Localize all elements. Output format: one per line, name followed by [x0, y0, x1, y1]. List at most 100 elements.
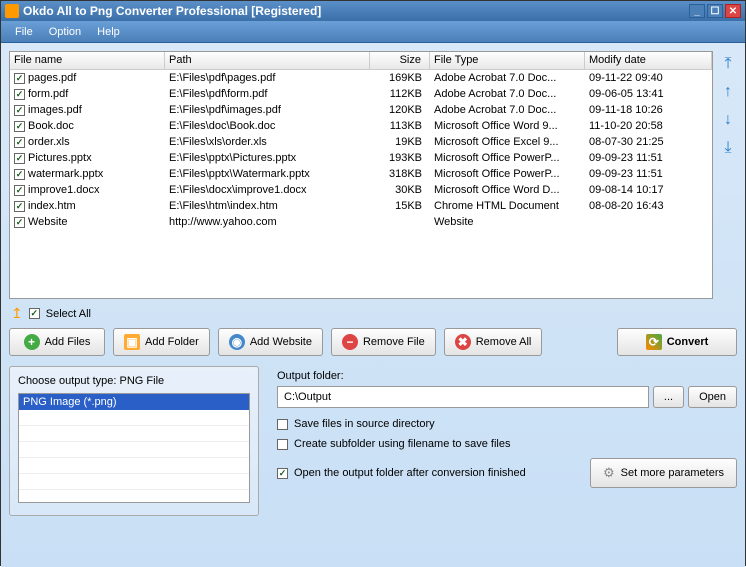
row-checkbox[interactable]: ✓ [14, 73, 25, 84]
table-row[interactable]: ✓images.pdf E:\Files\pdf\images.pdf120KBA… [10, 102, 712, 118]
file-path: E:\Files\pdf\images.pdf [165, 103, 370, 117]
folder-icon: ▣ [124, 334, 140, 350]
minus-icon: − [342, 334, 358, 350]
file-type: Microsoft Office Word D... [430, 183, 585, 197]
table-row[interactable]: ✓watermark.pptxE:\Files\pptx\Watermark.p… [10, 166, 712, 182]
col-header-size[interactable]: Size [370, 52, 430, 69]
type-option-png[interactable]: PNG Image (*.png) [19, 394, 249, 410]
menu-help[interactable]: Help [89, 23, 128, 41]
col-header-path[interactable]: Path [165, 52, 370, 69]
open-after-checkbox[interactable]: ✓ [277, 468, 288, 479]
file-path: E:\Files\docx\improve1.docx [165, 183, 370, 197]
file-date: 09-09-23 11:51 [585, 167, 712, 181]
table-row[interactable]: ✓order.xlsE:\Files\xls\order.xls19KBMicr… [10, 134, 712, 150]
file-date: 11-10-20 20:58 [585, 119, 712, 133]
output-type-list[interactable]: PNG Image (*.png) [18, 393, 250, 503]
reorder-buttons: ⤒ ↑ ↓ ⤓ [719, 51, 737, 299]
minimize-button[interactable]: _ [689, 4, 705, 18]
subfolder-checkbox[interactable] [277, 439, 288, 450]
maximize-button[interactable]: ☐ [707, 4, 723, 18]
col-header-type[interactable]: File Type [430, 52, 585, 69]
browse-button[interactable]: ... [653, 386, 684, 408]
file-list[interactable]: File name Path Size File Type Modify dat… [9, 51, 713, 299]
titlebar: Okdo All to Png Converter Professional [… [1, 1, 745, 21]
file-date: 08-07-30 21:25 [585, 135, 712, 149]
col-header-date[interactable]: Modify date [585, 52, 712, 69]
set-more-parameters-button[interactable]: ⚙Set more parameters [590, 458, 737, 488]
file-path: E:\Files\pptx\Watermark.pptx [165, 167, 370, 181]
file-type: Website [430, 215, 585, 229]
move-top-icon[interactable]: ⤒ [719, 55, 737, 73]
plus-icon: + [24, 334, 40, 350]
table-row[interactable]: ✓Websitehttp://www.yahoo.comWebsite [10, 214, 712, 230]
file-type: Chrome HTML Document [430, 199, 585, 213]
file-name: index.htm [28, 200, 76, 212]
file-path: E:\Files\htm\index.htm [165, 199, 370, 213]
menubar: File Option Help [1, 21, 745, 43]
convert-button[interactable]: ⟳Convert [617, 328, 737, 356]
file-name: images.pdf [28, 104, 82, 116]
row-checkbox[interactable]: ✓ [14, 169, 25, 180]
file-path: E:\Files\pdf\pages.pdf [165, 71, 370, 85]
close-button[interactable]: ✕ [725, 4, 741, 18]
open-after-label: Open the output folder after conversion … [294, 467, 526, 479]
file-size: 113KB [370, 119, 430, 133]
move-bottom-icon[interactable]: ⤓ [719, 139, 737, 157]
file-type: Microsoft Office Word 9... [430, 119, 585, 133]
add-website-button[interactable]: ◉Add Website [218, 328, 323, 356]
file-list-header: File name Path Size File Type Modify dat… [10, 52, 712, 70]
save-source-checkbox[interactable] [277, 419, 288, 430]
row-checkbox[interactable]: ✓ [14, 201, 25, 212]
output-type-value: PNG File [120, 375, 165, 387]
table-row[interactable]: ✓form.pdfE:\Files\pdf\form.pdf112KBAdobe… [10, 86, 712, 102]
menu-file[interactable]: File [7, 23, 41, 41]
row-checkbox[interactable]: ✓ [14, 217, 25, 228]
row-checkbox[interactable]: ✓ [14, 121, 25, 132]
add-files-button[interactable]: +Add Files [9, 328, 105, 356]
file-name: Book.doc [28, 120, 74, 132]
table-row[interactable]: ✓Pictures.pptx E:\Files\pptx\Pictures.ppt… [10, 150, 712, 166]
output-type-panel: Choose output type: PNG File PNG Image (… [9, 366, 259, 516]
file-date: 09-11-18 10:26 [585, 103, 712, 117]
remove-file-button[interactable]: −Remove File [331, 328, 436, 356]
file-date [585, 221, 712, 223]
file-type: Adobe Acrobat 7.0 Doc... [430, 103, 585, 117]
row-checkbox[interactable]: ✓ [14, 89, 25, 100]
table-row[interactable]: ✓pages.pdfE:\Files\pdf\pages.pdf169KBAdo… [10, 70, 712, 86]
file-size: 120KB [370, 103, 430, 117]
row-checkbox[interactable]: ✓ [14, 137, 25, 148]
file-date: 09-11-22 09:40 [585, 71, 712, 85]
file-path: E:\Files\pptx\Pictures.pptx [165, 151, 370, 165]
file-path: E:\Files\doc\Book.doc [165, 119, 370, 133]
menu-option[interactable]: Option [41, 23, 89, 41]
output-options-panel: Output folder: ... Open Save files in so… [277, 366, 737, 516]
col-header-name[interactable]: File name [10, 52, 165, 69]
table-row[interactable]: ✓improve1.docxE:\Files\docx\improve1.doc… [10, 182, 712, 198]
file-size: 112KB [370, 87, 430, 101]
output-type-label: Choose output type: [18, 375, 116, 387]
file-path: E:\Files\pdf\form.pdf [165, 87, 370, 101]
window-title: Okdo All to Png Converter Professional [… [23, 4, 687, 18]
convert-icon: ⟳ [646, 334, 662, 350]
globe-icon: ◉ [229, 334, 245, 350]
row-checkbox[interactable]: ✓ [14, 153, 25, 164]
table-row[interactable]: ✓index.htmE:\Files\htm\index.htm15KBChro… [10, 198, 712, 214]
select-all-label: Select All [46, 308, 91, 320]
file-name: Website [28, 216, 68, 228]
add-folder-button[interactable]: ▣Add Folder [113, 328, 210, 356]
open-folder-button[interactable]: Open [688, 386, 737, 408]
row-checkbox[interactable]: ✓ [14, 105, 25, 116]
table-row[interactable]: ✓Book.doc E:\Files\doc\Book.doc113KBMicro… [10, 118, 712, 134]
row-checkbox[interactable]: ✓ [14, 185, 25, 196]
file-size: 19KB [370, 135, 430, 149]
file-name: order.xls [28, 136, 70, 148]
move-up-icon[interactable]: ↑ [719, 83, 737, 101]
select-all-checkbox[interactable]: ✓ [29, 308, 40, 319]
output-folder-input[interactable] [277, 386, 649, 408]
file-size [370, 221, 430, 223]
remove-all-button[interactable]: ✖Remove All [444, 328, 543, 356]
move-down-icon[interactable]: ↓ [719, 111, 737, 129]
file-size: 30KB [370, 183, 430, 197]
file-name: Pictures.pptx [28, 152, 92, 164]
file-path: E:\Files\xls\order.xls [165, 135, 370, 149]
